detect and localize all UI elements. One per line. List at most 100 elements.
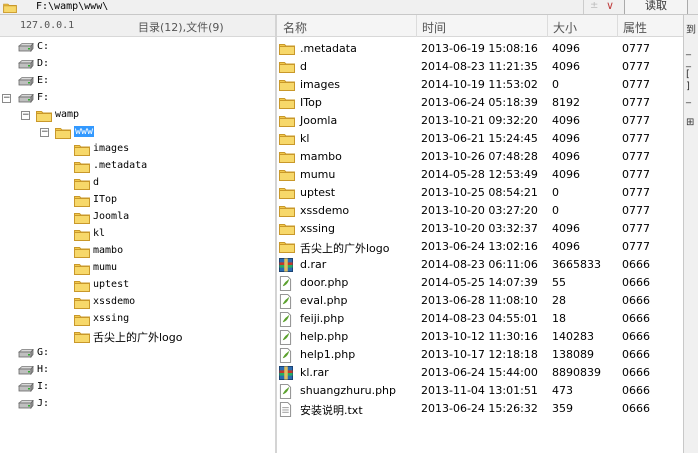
tree-folder-item[interactable]: kl [0, 227, 275, 243]
folder-icon [74, 211, 90, 224]
tree-folder-item[interactable]: ITop [0, 193, 275, 209]
file-perm: 0666 [622, 276, 650, 289]
tree-node-label: kl [93, 228, 106, 239]
tree-node-label: C: [37, 41, 50, 52]
side-window-strip: 到 _ _[] _ ⊞ [683, 15, 698, 453]
file-time: 2013-06-19 15:08:16 [421, 42, 538, 55]
file-row[interactable]: Joomla 2013-10-21 09:32:20 4096 0777 [277, 112, 683, 130]
tree-folder-item[interactable]: uptest [0, 278, 275, 294]
file-time: 2013-10-20 03:32:37 [421, 222, 538, 235]
drive-icon [18, 43, 34, 53]
file-row[interactable]: 舌尖上的广外logo 2013-06-24 13:02:16 4096 0777 [277, 238, 683, 256]
tree-drive-f[interactable]: − F: [0, 91, 275, 107]
file-row[interactable]: mumu 2014-05-28 12:53:49 4096 0777 [277, 166, 683, 184]
file-row[interactable]: door.php 2014-05-25 14:07:39 55 0666 [277, 274, 683, 292]
file-size: 0 [552, 186, 559, 199]
tree-folder-item[interactable]: d [0, 176, 275, 192]
tree-drive-e[interactable]: E: [0, 74, 275, 90]
column-header-name[interactable]: 名称 [283, 19, 307, 39]
file-size: 4096 [552, 132, 580, 145]
tree-folder-item[interactable]: 舌尖上的广外logo [0, 329, 275, 345]
file-perm: 0777 [622, 168, 650, 181]
tree-folder-item[interactable]: .metadata [0, 159, 275, 175]
column-divider[interactable] [547, 15, 548, 37]
file-row[interactable]: help.php 2013-10-12 11:30:16 140283 0666 [277, 328, 683, 346]
collapse-toggle[interactable]: − [40, 128, 49, 137]
column-divider[interactable] [416, 15, 417, 37]
collapse-toggle[interactable]: − [2, 94, 11, 103]
tree-folder-item[interactable]: xssing [0, 312, 275, 328]
file-row[interactable]: d.rar 2014-08-23 06:11:06 3665833 0666 [277, 256, 683, 274]
tree-folder-item[interactable]: xssdemo [0, 295, 275, 311]
file-name: help.php [300, 330, 349, 343]
file-name: shuangzhuru.php [300, 384, 397, 397]
file-name: 舌尖上的广外logo [300, 242, 390, 255]
file-row[interactable]: mambo 2013-10-26 07:48:28 4096 0777 [277, 148, 683, 166]
column-header-perm[interactable]: 属性 [623, 19, 647, 39]
php-file-icon [279, 330, 292, 345]
tree-folder-item[interactable]: mambo [0, 244, 275, 260]
file-size: 138089 [552, 348, 594, 361]
file-size: 4096 [552, 60, 580, 73]
tree-folder-item[interactable]: images [0, 142, 275, 158]
tree-drive-j[interactable]: J: [0, 397, 275, 413]
file-row[interactable]: xssdemo 2013-10-20 03:27:20 0 0777 [277, 202, 683, 220]
tree-drive-i[interactable]: I: [0, 380, 275, 396]
file-name: ITop [300, 96, 322, 109]
file-name: door.php [300, 276, 349, 289]
folder-icon [279, 240, 295, 253]
file-size: 4096 [552, 168, 580, 181]
tree-drive-c[interactable]: C: [0, 40, 275, 56]
tree-drive-d[interactable]: D: [0, 57, 275, 73]
file-row[interactable]: kl.rar 2013-06-24 15:44:00 8890839 0666 [277, 364, 683, 382]
tree-drive-g[interactable]: G: [0, 346, 275, 362]
tree-folder-item[interactable]: mumu [0, 261, 275, 277]
file-row[interactable]: eval.php 2013-06-28 11:08:10 28 0666 [277, 292, 683, 310]
tree-node-label: I: [37, 381, 50, 392]
file-row[interactable]: xssing 2013-10-20 03:32:37 4096 0777 [277, 220, 683, 238]
collapse-toggle[interactable]: − [21, 111, 30, 120]
file-row[interactable]: kl 2013-06-21 15:24:45 4096 0777 [277, 130, 683, 148]
side-strip-mark: _ [686, 45, 691, 56]
file-size: 473 [552, 384, 573, 397]
folder-icon [74, 194, 90, 207]
tree-folder-wamp[interactable]: − wamp [0, 108, 275, 124]
folder-icon [74, 228, 90, 241]
tree-node-label: ITop [93, 194, 118, 205]
file-size: 8890839 [552, 366, 601, 379]
column-divider[interactable] [617, 15, 618, 37]
file-row[interactable]: help1.php 2013-10-17 12:18:18 138089 0666 [277, 346, 683, 364]
file-size: 18 [552, 312, 566, 325]
tree-folder-item[interactable]: Joomla [0, 210, 275, 226]
file-time: 2013-10-25 08:54:21 [421, 186, 538, 199]
tree-node-label: F: [37, 92, 50, 103]
file-perm: 0777 [622, 132, 650, 145]
file-time: 2014-08-23 11:21:35 [421, 60, 538, 73]
path-input[interactable]: F:\wamp\www\ [17, 0, 584, 14]
tree-drive-h[interactable]: H: [0, 363, 275, 379]
host-label: 127.0.0.1 [20, 20, 75, 31]
file-list-header: 名称 时间 大小 属性 [277, 15, 683, 37]
file-row[interactable]: uptest 2013-10-25 08:54:21 0 0777 [277, 184, 683, 202]
folder-icon [74, 330, 90, 343]
read-button[interactable]: 读取 [624, 0, 688, 14]
file-row[interactable]: d 2014-08-23 11:21:35 4096 0777 [277, 58, 683, 76]
file-row[interactable]: images 2014-10-19 11:53:02 0 0777 [277, 76, 683, 94]
file-row[interactable]: shuangzhuru.php 2013-11-04 13:01:51 473 066… [277, 382, 683, 400]
side-strip-mark: _ [686, 57, 691, 68]
file-row[interactable]: 安装说明.txt 2013-06-24 15:26:32 359 0666 [277, 400, 683, 418]
file-name: 安装说明.txt [300, 404, 363, 417]
column-header-size[interactable]: 大小 [553, 19, 577, 39]
file-row[interactable]: .metadata 2013-06-19 15:08:16 4096 0777 [277, 40, 683, 58]
column-header-time[interactable]: 时间 [422, 19, 446, 39]
file-row[interactable]: ITop 2013-06-24 05:18:39 8192 0777 [277, 94, 683, 112]
file-perm: 0666 [622, 258, 650, 271]
path-dropdown[interactable]: ± ∨ [588, 0, 622, 14]
file-time: 2014-10-19 11:53:02 [421, 78, 538, 91]
archive-icon [279, 366, 293, 380]
folder-icon [74, 296, 90, 309]
tree-folder-www[interactable]: − www [0, 125, 275, 141]
side-strip-mark: [ [686, 69, 690, 80]
file-row[interactable]: feiji.php 2014-08-23 04:55:01 18 0666 [277, 310, 683, 328]
dir-count-label: 目录(12),文件(9) [138, 21, 224, 34]
